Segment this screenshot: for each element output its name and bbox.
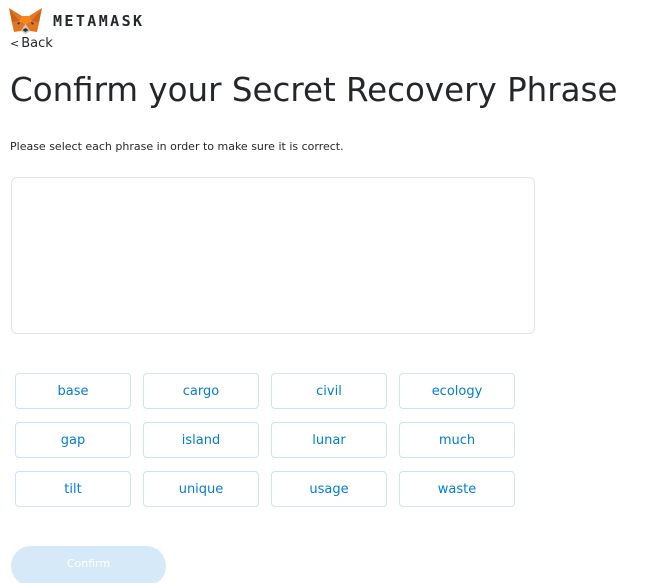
back-link[interactable]: < Back	[10, 36, 53, 52]
back-label: Back	[21, 36, 53, 51]
chevron-left-icon: <	[10, 37, 20, 50]
word-button[interactable]: civil	[271, 373, 387, 409]
app-header: METAMASK	[8, 6, 144, 36]
selected-phrase-area[interactable]	[11, 177, 535, 334]
page-title: Confirm your Secret Recovery Phrase	[10, 71, 618, 109]
word-button[interactable]: tilt	[15, 471, 131, 507]
word-button[interactable]: ecology	[399, 373, 515, 409]
word-button[interactable]: much	[399, 422, 515, 458]
word-options-grid: base cargo civil ecology gap island luna…	[15, 373, 515, 507]
word-button[interactable]: usage	[271, 471, 387, 507]
word-button[interactable]: cargo	[143, 373, 259, 409]
confirm-button[interactable]: Confirm	[11, 546, 166, 583]
word-button[interactable]: base	[15, 373, 131, 409]
word-button[interactable]: island	[143, 422, 259, 458]
metamask-fox-icon	[9, 8, 42, 34]
brand-wordmark: METAMASK	[53, 12, 145, 30]
word-button[interactable]: waste	[399, 471, 515, 507]
instructions-text: Please select each phrase in order to ma…	[10, 140, 344, 153]
word-button[interactable]: lunar	[271, 422, 387, 458]
word-button[interactable]: unique	[143, 471, 259, 507]
word-button[interactable]: gap	[15, 422, 131, 458]
